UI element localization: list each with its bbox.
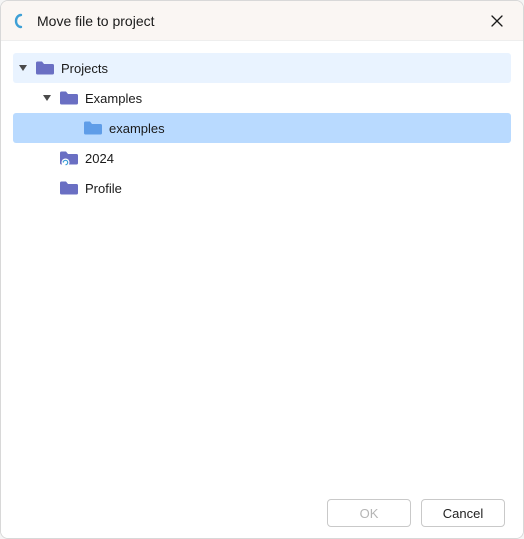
tree-node-label: Projects [61, 61, 108, 76]
folder-tree: Projects Examples examples [1, 41, 523, 488]
expander-icon[interactable] [39, 90, 55, 106]
folder-icon [35, 59, 55, 77]
folder-sync-icon [59, 149, 79, 167]
folder-icon [59, 179, 79, 197]
button-label: Cancel [443, 506, 483, 521]
tree-node-projects[interactable]: Projects [13, 53, 511, 83]
folder-icon [59, 89, 79, 107]
tree-node-2024[interactable]: 2024 [13, 143, 511, 173]
move-file-dialog: Move file to project Projects [0, 0, 524, 539]
cancel-button[interactable]: Cancel [421, 499, 505, 527]
dialog-title: Move file to project [37, 13, 481, 29]
tree-node-label: 2024 [85, 151, 114, 166]
dialog-footer: OK Cancel [1, 488, 523, 538]
tree-node-profile[interactable]: Profile [13, 173, 511, 203]
tree-node-label: Profile [85, 181, 122, 196]
tree-node-examples[interactable]: Examples [13, 83, 511, 113]
tree-node-label: examples [109, 121, 165, 136]
app-icon [13, 13, 29, 29]
close-icon [491, 15, 503, 27]
tree-node-label: Examples [85, 91, 142, 106]
tree-node-examples-lc[interactable]: examples [13, 113, 511, 143]
folder-icon [83, 119, 103, 137]
titlebar: Move file to project [1, 1, 523, 41]
expander-icon[interactable] [15, 60, 31, 76]
close-button[interactable] [481, 5, 513, 37]
button-label: OK [360, 506, 379, 521]
ok-button[interactable]: OK [327, 499, 411, 527]
